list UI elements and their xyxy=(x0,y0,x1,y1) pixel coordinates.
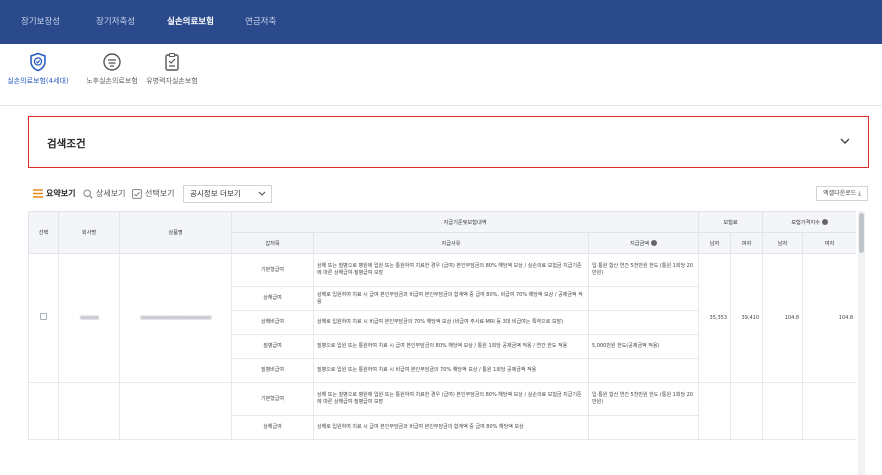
select-view-label: 선택보기 xyxy=(145,189,175,198)
detail-view-button[interactable]: 상세보기 xyxy=(83,185,125,203)
search-conditions-panel[interactable]: 검색조건 xyxy=(28,116,869,168)
elderly-face-icon xyxy=(103,53,121,71)
table-row: ■■■■■ ■■■■■■■■■■■■■■■■■■■ 기본형급여 상해 또는 질병… xyxy=(28,253,856,383)
header-coverage-type: 갑저목 xyxy=(231,232,314,254)
shield-check-icon xyxy=(30,52,46,72)
top-navigation: 장기보장성 장기저축성 실손의료보험 연금저축 xyxy=(0,0,882,44)
clipboard-icon xyxy=(165,52,179,71)
payment-reason: 상해 또는 질병으로 병원에 입원 또는 통원하여 치료한 경우 (급여) 본인… xyxy=(313,253,589,287)
row-select-cell xyxy=(28,253,59,383)
premium-male xyxy=(698,382,732,440)
header-product: 상품명 xyxy=(119,211,232,254)
table-scrollbar[interactable] xyxy=(858,211,865,475)
header-company: 회사명 xyxy=(58,211,120,254)
premium-female: 39,410 xyxy=(730,253,764,383)
table-row: 기본형급여 상해 또는 질병으로 병원에 입원 또는 통원하여 치료한 경우 (… xyxy=(28,382,856,440)
coverage-type: 기본형급여 xyxy=(231,382,314,416)
premium-male: 35,353 xyxy=(698,253,732,383)
premium-female xyxy=(730,382,764,440)
tab-indemnity-insurance[interactable]: 실손의료보험 xyxy=(167,0,214,44)
search-icon xyxy=(83,188,93,199)
payment-reason: 질병으로 입원 또는 통원하여 치료 시 급여 본인부담금의 80% 해당액 보… xyxy=(313,334,589,359)
index-male xyxy=(762,382,804,440)
payment-amount: 입·통원 합산 연간 5천만원 한도 (통원 1회당 20만원) xyxy=(587,382,700,416)
summary-view-label: 요약보기 xyxy=(46,189,76,198)
subnav-item-senior[interactable]: 노후실손의료보험 xyxy=(79,52,145,86)
header-index-male: 남자 xyxy=(762,232,804,254)
checkbox-icon xyxy=(132,188,142,199)
chevron-down-icon[interactable] xyxy=(838,134,852,148)
payment-amount xyxy=(587,358,700,383)
header-index-label: 보험가격지수 xyxy=(791,219,820,226)
product-name[interactable]: ■■■■■■■■■■■■■■■■■■■ xyxy=(119,253,232,383)
index-female xyxy=(802,382,856,440)
index-female: 104.8 xyxy=(802,253,856,383)
coverage-type: 상해급여 xyxy=(231,415,314,440)
tab-long-term-savings[interactable]: 장기저축성 xyxy=(96,0,135,44)
scrollbar-thumb[interactable] xyxy=(859,213,864,253)
summary-view-button[interactable]: 요약보기 xyxy=(33,185,75,203)
payment-amount xyxy=(587,310,700,335)
row-select-cell xyxy=(28,382,59,440)
excel-download-label: 엑셀다운로드 xyxy=(823,190,857,197)
comparison-table-wrapper[interactable]: 선택 회사명 상품명 지급기준및보험내역 보험료 보험가격지수 갑저목 지급사유… xyxy=(28,211,856,475)
disclosure-more-dropdown[interactable]: 공시정보 더보기 xyxy=(183,185,272,203)
payment-amount: 5,000만원 한도(공제금액 적용) xyxy=(587,334,700,359)
chevron-down-icon xyxy=(258,191,266,196)
index-male: 104.8 xyxy=(762,253,804,383)
list-icon xyxy=(33,189,43,198)
subnav-label: 노후실손의료보험 xyxy=(86,77,138,85)
coverage-type: 상해급여 xyxy=(231,286,314,311)
search-conditions-title: 검색조건 xyxy=(47,138,86,150)
coverage-type: 상해비급여 xyxy=(231,310,314,335)
payment-reason: 상해로 입원하여 치료 시 급여 본인부담금과 비급여 본인부담금의 합계액 중… xyxy=(313,415,589,440)
header-premium-female: 여자 xyxy=(730,232,764,254)
header-premium-group: 보험료 xyxy=(698,211,764,233)
payment-reason: 상해 또는 질병으로 병원에 입원 또는 통원하여 치료한 경우 (급여) 본인… xyxy=(313,382,589,416)
header-index-group: 보험가격지수 xyxy=(762,211,856,233)
row-checkbox[interactable] xyxy=(40,313,47,321)
subnav-item-4th-gen[interactable]: 실손의료보험(4세대) xyxy=(0,52,76,86)
header-index-female: 여자 xyxy=(802,232,856,254)
coverage-type: 질병급여 xyxy=(231,334,314,359)
info-icon[interactable] xyxy=(651,240,658,246)
product-name[interactable] xyxy=(119,382,232,440)
payment-amount: 입·통원 합산 연간 5천만원 한도 (통원 1회당 20만원) xyxy=(587,253,700,287)
coverage-type: 기본형급여 xyxy=(231,253,314,287)
payment-amount xyxy=(587,286,700,311)
subnav-item-pre-existing[interactable]: 유병력자실손보험 xyxy=(139,52,205,86)
header-premium-male: 남자 xyxy=(698,232,732,254)
payment-reason: 상해로 입원하여 치료 시 급여 본인부담금과 비급여 본인부담금의 합계액 중… xyxy=(313,286,589,311)
header-amount-label: 지급금액 xyxy=(629,240,650,247)
subnav-label: 실손의료보험(4세대) xyxy=(7,77,69,85)
comparison-table: 선택 회사명 상품명 지급기준및보험내역 보험료 보험가격지수 갑저목 지급사유… xyxy=(28,211,856,440)
tab-long-term-protection[interactable]: 장기보장성 xyxy=(21,0,60,44)
product-type-nav: 실손의료보험(4세대) 노후실손의료보험 유병력자실손보험 xyxy=(0,44,882,106)
info-icon[interactable] xyxy=(821,219,828,225)
detail-view-label: 상세보기 xyxy=(96,189,126,198)
payment-amount xyxy=(587,415,700,440)
header-select: 선택 xyxy=(28,211,59,254)
payment-reason: 질병으로 입원 또는 통원하여 치료 시 비급여 본인부담금의 70% 해당액 … xyxy=(313,358,589,383)
subnav-label: 유병력자실손보험 xyxy=(146,77,198,85)
company-name: ■■■■■ xyxy=(58,253,120,383)
coverage-type: 질병비급여 xyxy=(231,358,314,383)
header-coverage-group: 지급기준및보험내역 xyxy=(230,211,700,233)
tab-pension-savings[interactable]: 연금저축 xyxy=(245,0,276,44)
payment-reason: 상해로 입원하여 치료 시 비급여 본인부담금의 70% 해당액 보상 (비급여… xyxy=(313,310,589,335)
company-name xyxy=(58,382,120,440)
header-payment-reason: 지급사유 xyxy=(313,232,589,254)
header-payment-amount: 지급금액 xyxy=(587,232,700,254)
excel-download-button[interactable]: 엑셀다운로드 ⤓ xyxy=(816,186,868,201)
disclosure-more-label: 공시정보 더보기 xyxy=(190,189,241,198)
select-view-button[interactable]: 선택보기 xyxy=(132,185,174,203)
